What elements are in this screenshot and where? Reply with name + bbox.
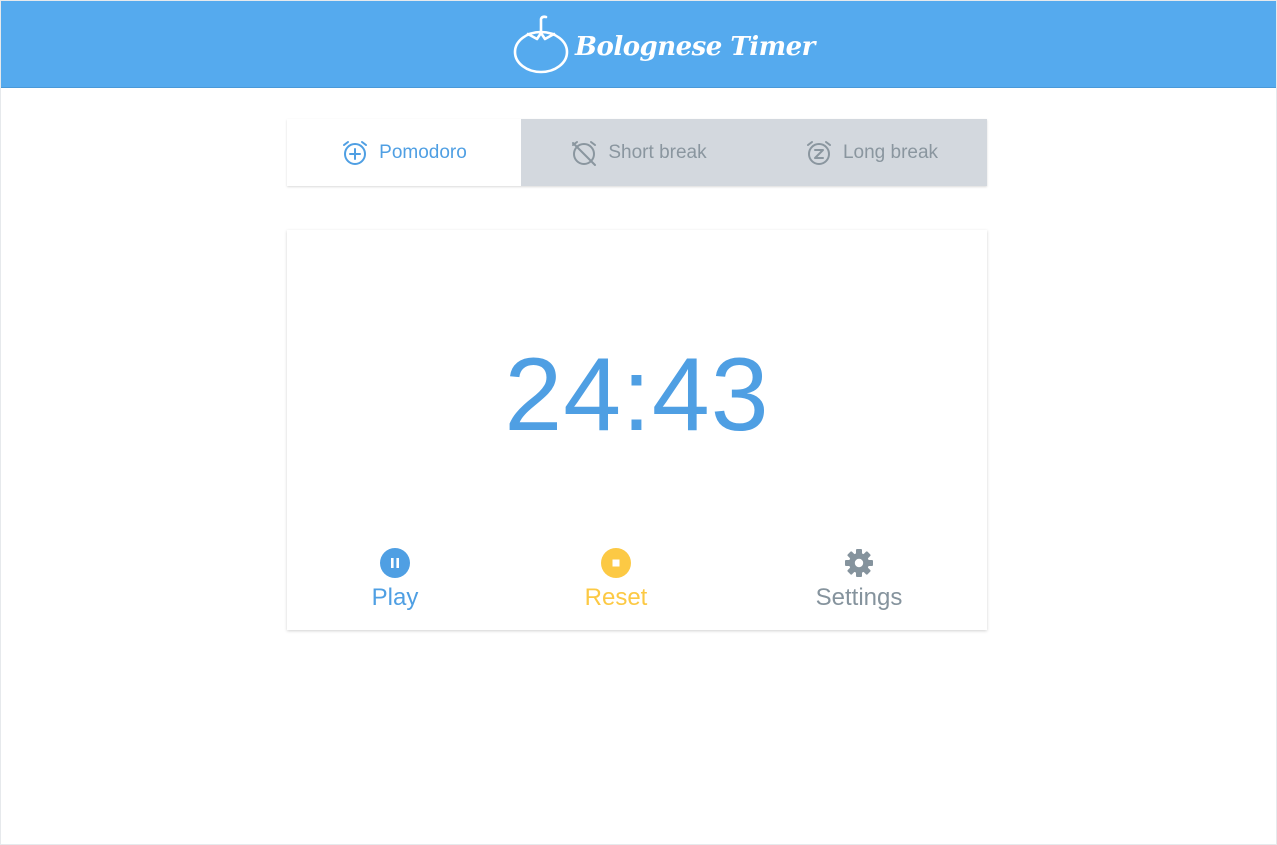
- alarm-plus-icon: [343, 140, 368, 165]
- tab-pomodoro[interactable]: Pomodoro: [287, 119, 521, 186]
- timer-mode-tabs: Pomodoro Short break Long break: [287, 119, 987, 186]
- brand[interactable]: Bolognese Timer: [513, 15, 815, 75]
- reset-button[interactable]: Reset: [566, 548, 666, 613]
- tab-long-break[interactable]: Long break: [756, 119, 987, 186]
- play-button[interactable]: Play: [345, 548, 445, 613]
- tab-label: Pomodoro: [379, 141, 467, 163]
- app-header: Bolognese Timer: [1, 1, 1276, 88]
- pause-icon: [380, 548, 410, 578]
- reset-label: Reset: [584, 584, 648, 611]
- tab-label: Long break: [842, 141, 939, 163]
- play-label: Play: [371, 584, 419, 611]
- timer-display: 24:43: [504, 337, 770, 453]
- settings-label: Settings: [815, 584, 903, 611]
- timer-card: 24:43 Play Reset Settings: [287, 230, 987, 630]
- tab-label: Short break: [608, 141, 707, 163]
- gear-icon: [845, 549, 873, 577]
- tomato-icon: [513, 15, 569, 74]
- tab-short-break[interactable]: Short break: [521, 119, 756, 186]
- app-page: Bolognese Timer Pomodoro Short break Lon…: [0, 0, 1277, 845]
- app-title: Bolognese Timer: [575, 32, 815, 62]
- alarm-snooze-icon: [806, 140, 831, 165]
- stop-icon: [601, 548, 631, 578]
- settings-button[interactable]: Settings: [799, 548, 919, 613]
- alarm-off-icon: [572, 140, 597, 166]
